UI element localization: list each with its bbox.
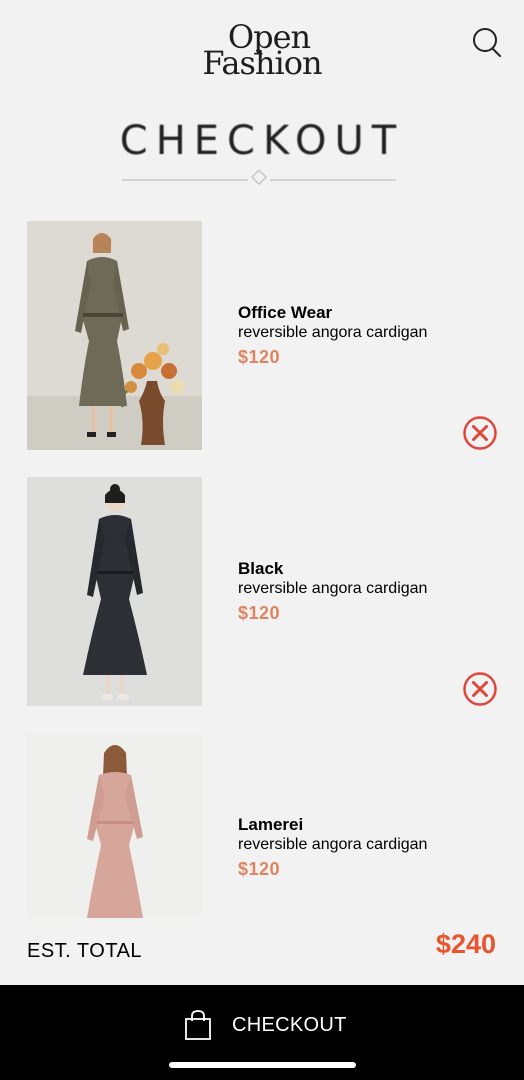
item-price: $120 bbox=[238, 603, 281, 623]
search-icon bbox=[473, 28, 501, 57]
home-indicator[interactable] bbox=[169, 1062, 356, 1068]
item-price: $120 bbox=[238, 859, 281, 879]
product-image[interactable] bbox=[27, 477, 202, 706]
search-button[interactable] bbox=[470, 26, 504, 60]
app-logo[interactable]: Open Fashion bbox=[0, 21, 524, 82]
item-brand: Black bbox=[238, 559, 284, 578]
product-image[interactable] bbox=[27, 733, 202, 918]
close-circle-icon bbox=[463, 672, 497, 706]
item-brand: Office Wear bbox=[238, 303, 333, 322]
cart-item: Office Wear reversible angora cardigan $… bbox=[0, 221, 524, 450]
cart-item: Lamerei reversible angora cardigan $120 bbox=[0, 733, 524, 918]
item-description: reversible angora cardigan bbox=[238, 324, 428, 341]
item-description: reversible angora cardigan bbox=[238, 580, 428, 597]
logo-line-2: Fashion bbox=[202, 44, 322, 82]
remove-item-button[interactable] bbox=[462, 671, 498, 707]
checkout-label: CHECKOUT bbox=[232, 1013, 347, 1036]
item-brand: Lamerei bbox=[238, 815, 304, 834]
page-title: CHECKOUT bbox=[119, 118, 405, 164]
item-info: Lamerei reversible angora cardigan $120 bbox=[238, 815, 427, 880]
item-info: Black reversible angora cardigan $120 bbox=[238, 559, 427, 624]
item-price: $120 bbox=[238, 347, 281, 367]
product-image[interactable] bbox=[27, 221, 202, 450]
item-description: reversible angora cardigan bbox=[238, 836, 428, 853]
item-info: Office Wear reversible angora cardigan $… bbox=[238, 303, 427, 368]
remove-item-button[interactable] bbox=[462, 415, 498, 451]
title-divider bbox=[122, 170, 396, 186]
close-circle-icon bbox=[463, 416, 497, 450]
checkout-bar: CHECKOUT bbox=[0, 985, 524, 1080]
total-value: $240 bbox=[435, 929, 496, 959]
total-label: EST. TOTAL bbox=[27, 940, 143, 962]
checkout-button[interactable]: CHECKOUT bbox=[184, 1005, 347, 1045]
shopping-bag-icon bbox=[185, 1010, 211, 1040]
cart-item: Black reversible angora cardigan $120 bbox=[0, 477, 524, 706]
